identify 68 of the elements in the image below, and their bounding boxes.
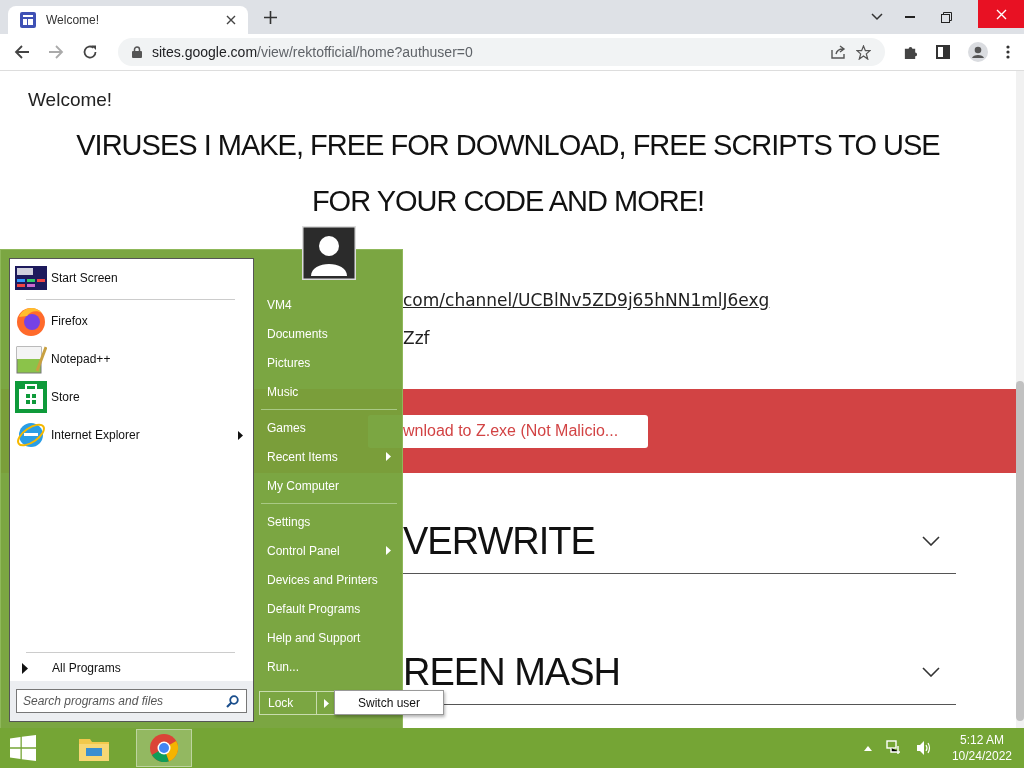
new-tab-icon[interactable] [264,10,277,24]
submenu-arrow-icon [386,546,391,555]
user-avatar[interactable] [302,226,356,280]
menu-item[interactable]: Run... [259,652,401,681]
address-bar[interactable]: sites.google.com/view/rektofficial/home?authuser=0 [118,38,885,66]
windows-logo-icon[interactable] [10,735,36,761]
scrollbar[interactable] [1016,71,1024,728]
lock-icon [132,46,142,58]
search-icon [226,695,239,708]
page-heading: FOR YOUR CODE AND MORE! [311,184,705,219]
switch-user-item[interactable]: Switch user [334,690,444,715]
speaker-icon[interactable] [915,740,932,756]
channel-link[interactable]: com/channel/UCBlNv5ZD9j65hNN1mlJ6exg [403,290,770,310]
chevron-down-icon[interactable] [922,667,940,677]
program-item[interactable]: Store [10,378,253,416]
chevron-down-icon[interactable] [922,536,940,546]
menu-item[interactable]: Control Panel [259,536,401,565]
caret-up-icon[interactable] [863,745,872,751]
shopping-bag-icon [15,381,47,413]
clock-time: 5:12 AM [959,732,1004,748]
network-icon[interactable] [885,740,902,756]
profile-icon[interactable] [968,42,988,62]
close-icon[interactable] [226,15,236,25]
menu-item[interactable]: Music [259,377,401,406]
puzzle-icon[interactable] [903,44,918,60]
clock-date: 10/24/2022 [951,748,1012,764]
page-heading: VIRUSES I MAKE, FREE FOR DOWNLOAD, FREE SCRIPTS TO USE [76,128,940,163]
url-text: sites.google.com/view/rektofficial/home?authuser=0 [152,44,473,60]
chrome-icon [149,733,179,763]
share-icon[interactable] [831,45,846,59]
star-icon[interactable] [856,44,871,60]
menu-item[interactable]: Devices and Printers [259,565,401,594]
all-programs-item[interactable]: All Programs [10,655,253,681]
play-arrow-icon [22,662,28,674]
program-item[interactable]: Internet Explorer [10,416,253,454]
menu-item[interactable]: My Computer [259,471,401,500]
reload-icon[interactable] [82,44,98,60]
menu-item[interactable]: Pictures [259,348,401,377]
close-icon [995,8,1007,20]
submenu-arrow-icon [386,452,391,461]
menu-item[interactable]: Help and Support [259,623,401,652]
taskbar-app[interactable] [136,729,192,767]
notepad-icon [15,343,47,375]
lock-button[interactable]: Lock [259,691,317,715]
menu-item[interactable]: Settings [259,507,401,536]
menu-item[interactable]: VM4 [259,290,401,319]
side-panel-icon[interactable] [936,45,950,59]
chevron-down-icon[interactable] [871,13,883,21]
site-title[interactable]: Welcome! [28,89,1016,111]
menu-icon[interactable] [1006,45,1010,59]
search-field[interactable]: Search programs and files [16,689,247,713]
section-title[interactable]: VERWRITE [400,519,595,563]
fox-globe-icon [15,305,47,337]
clock[interactable]: 5:12 AM 10/24/2022 [951,732,1012,764]
body-text: Zzf [403,328,430,348]
program-item[interactable]: Firefox [10,302,253,340]
submenu-arrow-icon [238,430,243,440]
start-screen-icon [15,266,47,290]
program-item[interactable]: Start Screen [10,259,253,297]
tab-title: Welcome! [46,13,101,27]
menu-item[interactable]: Documents [259,319,401,348]
menu-item[interactable]: Default Programs [259,594,401,623]
program-item[interactable]: Notepad++ [10,340,253,378]
submenu-arrow-icon [323,698,329,708]
site-icon [20,12,36,28]
back-icon[interactable] [14,44,30,60]
browser-tab[interactable]: Welcome! [8,6,248,34]
restore-icon[interactable] [941,11,952,23]
